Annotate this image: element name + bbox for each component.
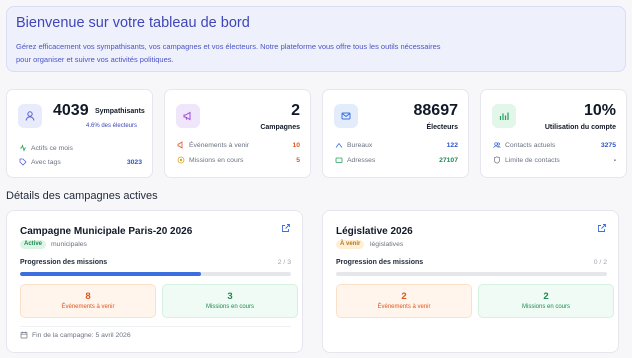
progress-fill — [20, 272, 201, 276]
activity-icon — [18, 144, 27, 153]
stat-row: Adresses 27107 — [334, 155, 458, 165]
users-icon — [492, 141, 501, 150]
supporters-count: 4039 — [53, 102, 89, 119]
welcome-description: Gérez efficacement vos sympathisants, vo… — [16, 42, 441, 64]
stat-row: Actifs ce mois — [18, 143, 142, 153]
events-count: 2 — [401, 291, 407, 302]
events-box: 2 Événements à venir — [336, 284, 472, 318]
tag-icon — [18, 158, 27, 167]
events-label: Événements à venir — [377, 304, 431, 310]
events-count: 8 — [85, 291, 91, 302]
status-badge: Active — [20, 240, 47, 249]
stat-row: Contacts actuels 3275 — [492, 140, 616, 150]
user-icon — [18, 104, 42, 128]
bar-chart-icon — [492, 104, 516, 128]
campaign-end: Fin de la campagne: 5 avril 2026 — [20, 331, 131, 339]
building-icon — [334, 141, 343, 150]
progress-count: 0 / 2 — [593, 259, 607, 266]
calendar-icon — [20, 331, 28, 339]
missions-count: 3 — [227, 291, 233, 302]
campaigns-count: 2 — [291, 102, 300, 119]
megaphone-icon — [176, 104, 200, 128]
mail-icon — [334, 104, 358, 128]
campaign-type: législatives — [370, 241, 404, 248]
missions-box: 2 Missions en cours — [478, 284, 614, 318]
stat-row: Limite de contacts - — [492, 155, 616, 165]
campaign-title: Campagne Municipale Paris-20 2026 — [20, 226, 193, 237]
supporters-note: 4.6% des électeurs — [86, 123, 138, 129]
shield-icon — [492, 156, 501, 165]
campaign-card[interactable]: Législative 2026 À venir législatives Pr… — [322, 210, 619, 353]
map-pin-icon — [334, 156, 343, 165]
stat-card-campaigns[interactable]: 2 Campagnes Événements à venir 10 Missio… — [164, 89, 311, 178]
usage-label: Utilisation du compte — [544, 124, 616, 131]
megaphone-icon — [176, 141, 185, 150]
progress-label: Progression des missions — [336, 259, 424, 266]
supporters-label: Sympathisants — [95, 108, 145, 115]
status-badge: À venir — [336, 240, 365, 249]
campaign-title: Législative 2026 — [336, 226, 413, 237]
events-box: 8 Événements à venir — [20, 284, 156, 318]
stat-row: Missions en cours 5 — [176, 155, 300, 165]
voters-label: Électeurs — [426, 124, 458, 131]
external-link-icon[interactable] — [281, 223, 291, 233]
progress-bar — [336, 272, 607, 276]
campaign-end-label: Fin de la campagne: 5 avril 2026 — [32, 331, 131, 339]
missions-label: Missions en cours — [205, 304, 255, 310]
events-label: Événements à venir — [61, 304, 115, 310]
stat-row: Avec tags 3023 — [18, 157, 142, 167]
progress-bar — [20, 272, 291, 276]
stat-card-supporters[interactable]: 4039 Sympathisants 4.6% des électeurs Ac… — [6, 89, 153, 178]
usage-percent: 10% — [583, 102, 616, 119]
stat-card-usage[interactable]: 10% Utilisation du compte Contacts actue… — [480, 89, 627, 178]
target-icon — [176, 156, 185, 165]
missions-label: Missions en cours — [521, 304, 571, 310]
campaign-card[interactable]: Campagne Municipale Paris-20 2026 Active… — [6, 210, 303, 353]
welcome-banner: Bienvenue sur votre tableau de bord Gére… — [6, 6, 626, 72]
campaign-type: municipales — [51, 241, 87, 248]
external-link-icon[interactable] — [597, 223, 607, 233]
stat-card-voters[interactable]: 88697 Électeurs Bureaux 122 Adresses 271… — [322, 89, 469, 178]
missions-count: 2 — [543, 291, 549, 302]
campaigns-label: Campagnes — [260, 124, 300, 131]
divider — [20, 326, 291, 327]
stat-row: Événements à venir 10 — [176, 140, 300, 150]
voters-count: 88697 — [413, 102, 459, 119]
stat-row: Bureaux 122 — [334, 140, 458, 150]
progress-count: 2 / 3 — [277, 259, 291, 266]
missions-box: 3 Missions en cours — [162, 284, 298, 318]
progress-label: Progression des missions — [20, 259, 108, 266]
section-title: Détails des campagnes actives — [6, 190, 158, 202]
welcome-title: Bienvenue sur votre tableau de bord — [16, 15, 250, 31]
